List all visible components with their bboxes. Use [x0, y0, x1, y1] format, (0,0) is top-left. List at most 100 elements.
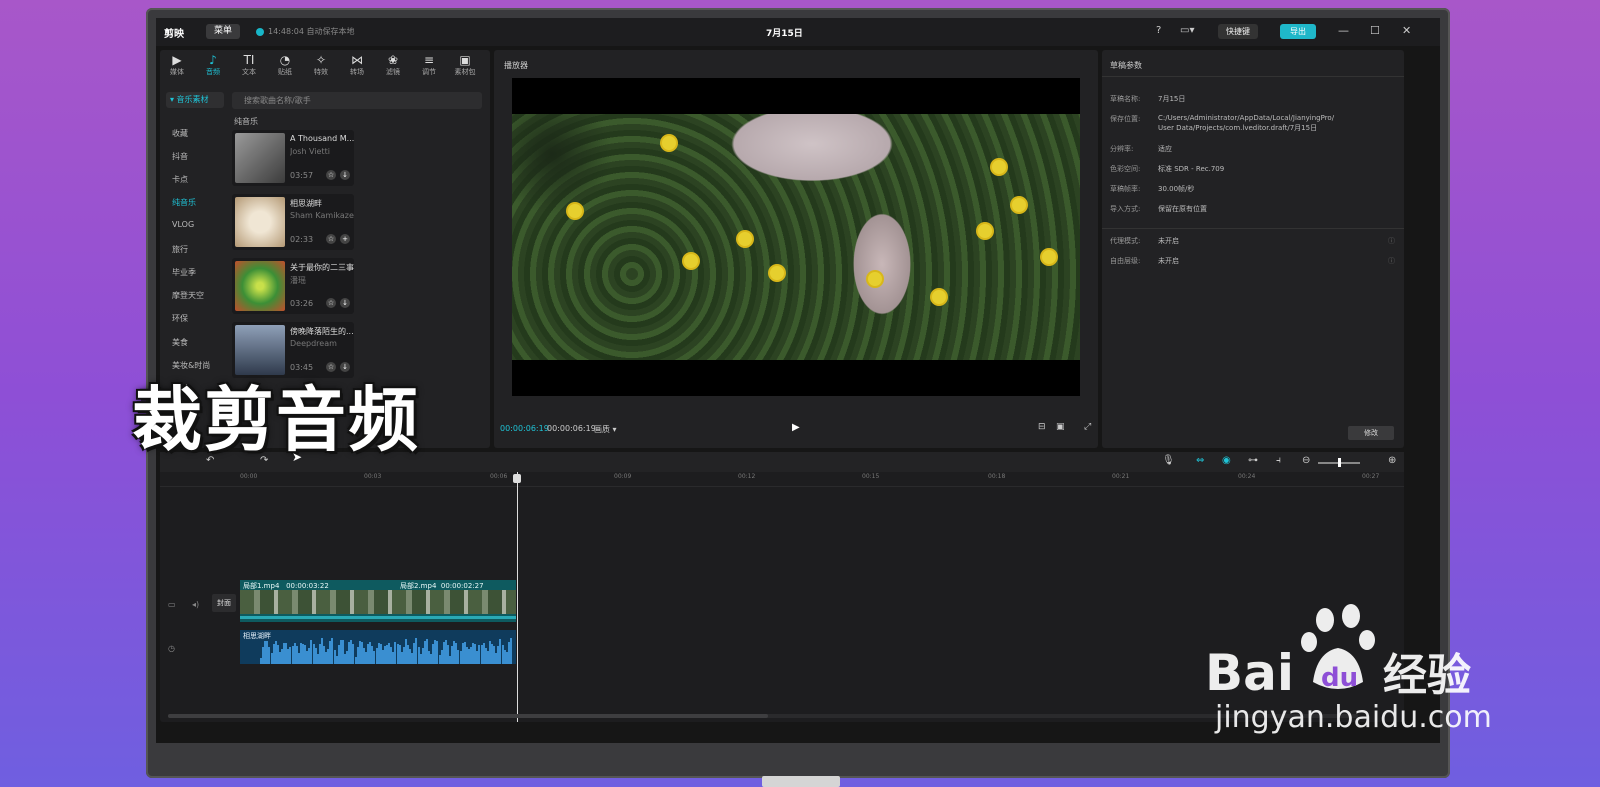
- zoom-out-icon[interactable]: ⊖: [1302, 455, 1310, 466]
- props-title: 草稿参数: [1110, 61, 1142, 70]
- music-item[interactable]: A Thousand M... Josh Vietti 03:57 ☆ ↓: [232, 130, 354, 186]
- tab-packs[interactable]: ▣ 素材包: [448, 53, 482, 77]
- time-ruler[interactable]: 00:00 00:03 00:06 00:09 00:12 00:15 00:1…: [160, 472, 1404, 487]
- layout-icon[interactable]: ▭▾: [1180, 25, 1194, 36]
- ruler-tick: 00:09: [614, 473, 632, 480]
- link-main-track-icon[interactable]: ⇔: [1196, 455, 1204, 466]
- current-time: 00:00:06:19: [500, 424, 549, 433]
- sidebar-item-favorites[interactable]: 收藏: [172, 128, 188, 139]
- scrollbar-thumb[interactable]: [168, 714, 768, 718]
- quality-dropdown[interactable]: 画质 ▾: [594, 424, 617, 435]
- prop-label: 导入方式:: [1110, 205, 1141, 213]
- close-icon[interactable]: ✕: [1402, 24, 1411, 37]
- ruler-tick: 00:00: [240, 473, 258, 480]
- tab-audio[interactable]: ♪ 音频: [196, 53, 230, 77]
- ruler-tick: 00:24: [1238, 473, 1256, 480]
- music-item[interactable]: 关于最你的二三事 潘瑶 03:26 ☆ ↓: [232, 258, 354, 314]
- play-icon[interactable]: ▶: [792, 422, 800, 433]
- favorite-icon[interactable]: ☆: [326, 170, 336, 180]
- audio-track-icon[interactable]: ◷: [168, 644, 175, 653]
- sidebar-item-modern-sky[interactable]: 摩登天空: [172, 290, 204, 301]
- microphone-icon[interactable]: 🎙: [1162, 455, 1175, 466]
- flower-shape: [932, 290, 946, 304]
- music-item[interactable]: 相思湖畔 Sham Kamikaze 02:33 ☆ +: [232, 194, 354, 250]
- minimize-icon[interactable]: —: [1338, 24, 1349, 37]
- track-title: 相思湖畔: [290, 199, 322, 208]
- app-logo: 剪映: [164, 29, 184, 40]
- prop-value: 未开启: [1158, 237, 1179, 245]
- edit-button[interactable]: 修改: [1348, 426, 1394, 440]
- maximize-icon[interactable]: ☐: [1370, 24, 1380, 37]
- sidebar-item-travel[interactable]: 旅行: [172, 244, 188, 255]
- playhead[interactable]: [517, 472, 518, 722]
- zoom-slider-handle[interactable]: [1338, 458, 1341, 467]
- sidebar-item-beat[interactable]: 卡点: [172, 174, 188, 185]
- track-title: A Thousand M...: [290, 134, 354, 143]
- tab-media[interactable]: ▶ 媒体: [160, 53, 194, 77]
- track-title: 关于最你的二三事: [290, 263, 354, 272]
- horizontal-scrollbar[interactable]: [168, 714, 1358, 718]
- total-time: 00:00:06:19: [547, 424, 596, 433]
- video-viewport[interactable]: [512, 78, 1080, 396]
- sidebar-item-graduation[interactable]: 毕业季: [172, 267, 196, 278]
- video-track-icon[interactable]: ▭: [168, 600, 176, 609]
- tab-effects[interactable]: ✧ 特效: [304, 53, 338, 77]
- favorite-icon[interactable]: ☆: [326, 234, 336, 244]
- effects-icon: ✧: [315, 53, 327, 67]
- preview-axis-icon[interactable]: ⊶: [1248, 455, 1258, 466]
- svg-text:Bai: Bai: [1205, 644, 1294, 700]
- ratio-icon[interactable]: ⊟: [1038, 422, 1046, 432]
- sidebar-item-food[interactable]: 美食: [172, 337, 188, 348]
- track-cover: [235, 197, 285, 247]
- sidebar-item-douyin[interactable]: 抖音: [172, 151, 188, 162]
- track-title: 傍晚降落陌生的...: [290, 327, 354, 336]
- tab-sticker[interactable]: ◔ 贴纸: [268, 53, 302, 77]
- flower-shape: [1042, 250, 1056, 264]
- prop-label: 保存位置:: [1110, 115, 1141, 123]
- original-size-icon[interactable]: ▣: [1056, 422, 1065, 432]
- sidebar-item-pure-music[interactable]: 纯音乐: [172, 197, 196, 208]
- sidebar-item-vlog[interactable]: VLOG: [172, 220, 194, 229]
- ruler-tick: 00:12: [738, 473, 756, 480]
- sidebar-item-eco[interactable]: 环保: [172, 313, 188, 324]
- tab-filter[interactable]: ❀ 滤镜: [376, 53, 410, 77]
- music-search-input[interactable]: 搜索歌曲名称/歌手: [232, 92, 482, 109]
- flower-shape: [992, 160, 1006, 174]
- prop-value: 7月15日: [1158, 95, 1186, 103]
- audio-icon: ♪: [209, 53, 217, 67]
- mute-icon[interactable]: ◂): [192, 600, 199, 609]
- video-frame: [512, 114, 1080, 360]
- split-icon[interactable]: ⫞: [1276, 455, 1281, 466]
- help-icon[interactable]: ?: [1156, 25, 1161, 36]
- ruler-tick: 00:06: [490, 473, 508, 480]
- favorite-icon[interactable]: ☆: [326, 298, 336, 308]
- fullscreen-icon[interactable]: ⤢: [1084, 422, 1091, 432]
- info-icon[interactable]: ⓘ: [1388, 256, 1395, 266]
- prop-label: 代理模式:: [1110, 237, 1141, 245]
- download-icon[interactable]: ↓: [340, 170, 350, 180]
- clip-audio-bar: [240, 616, 516, 619]
- cover-button[interactable]: 封面: [212, 594, 236, 612]
- shortcut-button[interactable]: 快捷键: [1218, 24, 1258, 39]
- audio-track[interactable]: 相思湖畔: [240, 630, 516, 664]
- snap-icon[interactable]: ◉: [1222, 455, 1231, 466]
- add-icon[interactable]: +: [340, 234, 350, 244]
- download-icon[interactable]: ↓: [340, 298, 350, 308]
- music-library-header[interactable]: ▾ 音乐素材: [166, 92, 224, 108]
- mouse-cursor-icon: ➤: [292, 450, 303, 464]
- track-duration: 03:57: [290, 171, 314, 180]
- flower-shape: [770, 266, 784, 280]
- video-track[interactable]: 局部1.mp4 00:00:03:22 局部2.mp4 00:00:02:27: [240, 580, 516, 622]
- export-button[interactable]: 导出: [1280, 24, 1316, 39]
- watermark-url: jingyan.baidu.com: [1215, 700, 1492, 735]
- playhead-handle[interactable]: [513, 474, 521, 483]
- tab-text[interactable]: TI 文本: [232, 53, 266, 77]
- info-icon[interactable]: ⓘ: [1388, 236, 1395, 246]
- prop-value: 适应: [1158, 145, 1172, 153]
- title-bar: 剪映 菜单 14:48:04 自动保存本地 7月15日 ? ▭▾ 快捷键 导出 …: [156, 18, 1440, 46]
- autosave-text: 14:48:04 自动保存本地: [268, 27, 355, 36]
- tab-transition[interactable]: ⋈ 转场: [340, 53, 374, 77]
- tab-adjust[interactable]: ≡ 调节: [412, 53, 446, 77]
- menu-button[interactable]: 菜单: [206, 24, 240, 39]
- zoom-in-icon[interactable]: ⊕: [1388, 455, 1396, 466]
